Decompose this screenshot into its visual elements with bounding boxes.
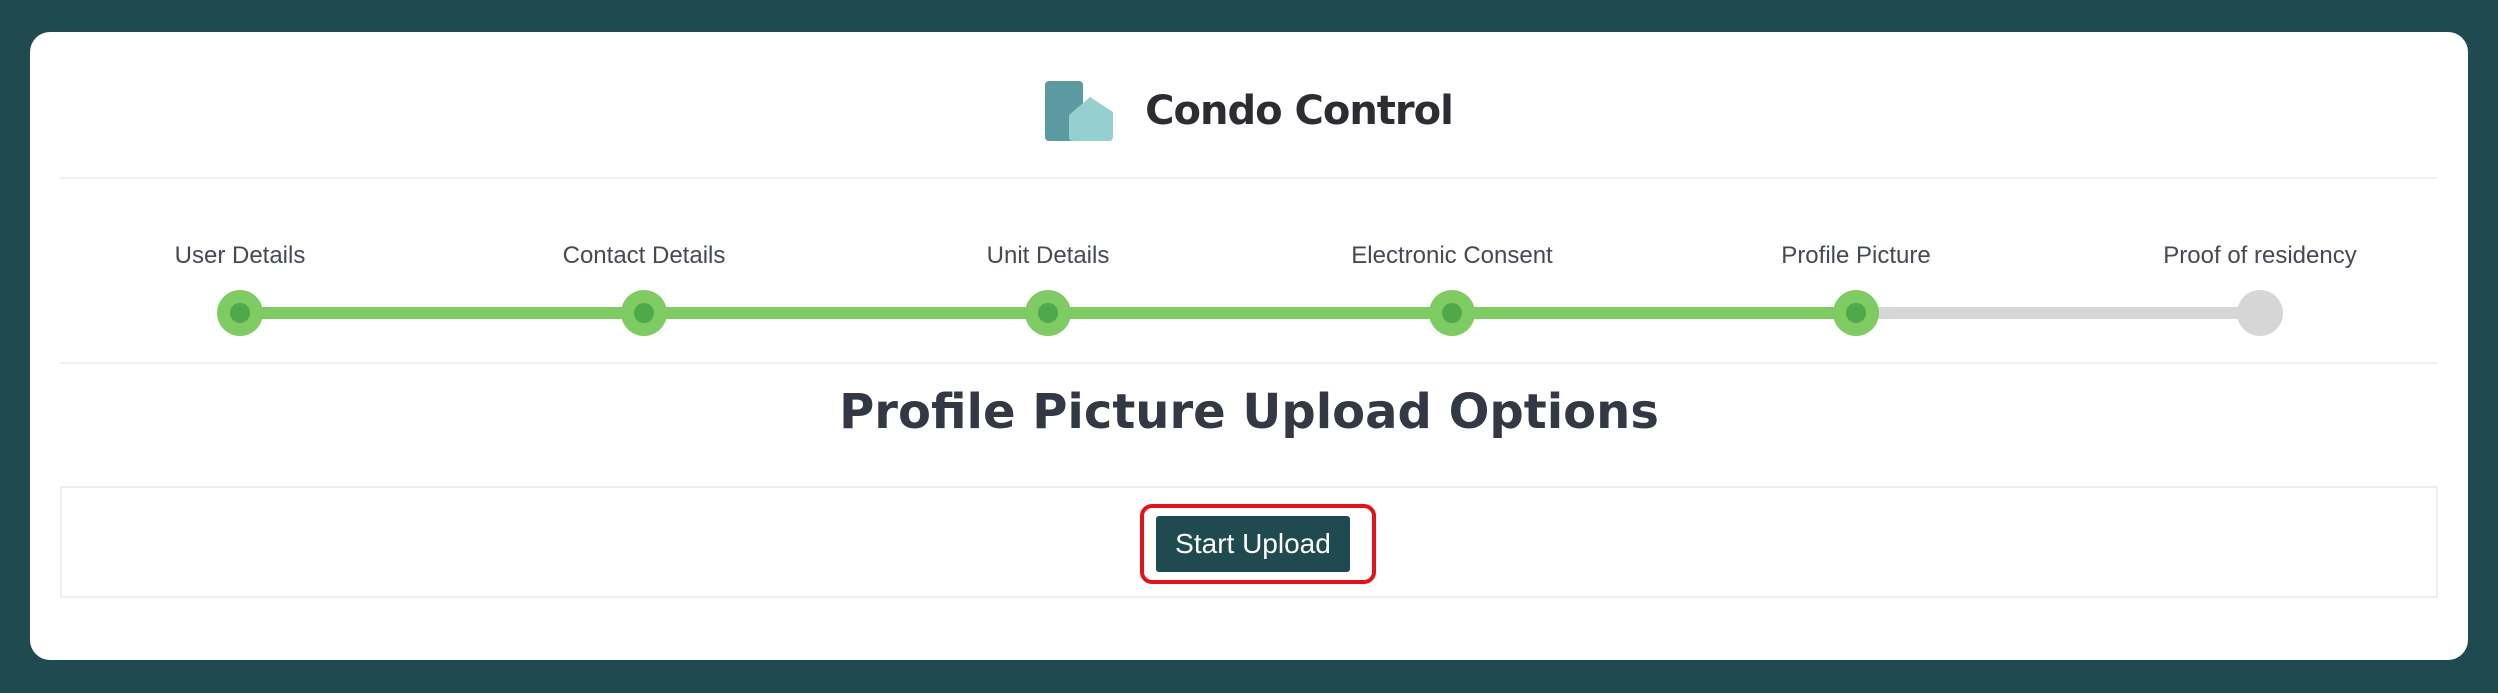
step-dot-electronic-consent[interactable] (1429, 290, 1475, 336)
step-connector-1 (240, 307, 644, 319)
step-connector-2 (644, 307, 1048, 319)
start-upload-highlight: Start Upload (1140, 504, 1376, 584)
step-label-unit-details: Unit Details (986, 242, 1110, 269)
upload-options-panel: Start Upload (60, 486, 2438, 598)
start-upload-button[interactable]: Start Upload (1156, 516, 1350, 572)
step-label-proof-of-residency: Proof of residency (2163, 242, 2357, 269)
progress-stepper: User Details Contact Details Unit Detail… (30, 202, 2468, 342)
condo-control-logo-icon (1045, 81, 1114, 141)
step-label-electronic-consent: Electronic Consent (1351, 242, 1553, 269)
step-connector-4 (1452, 307, 1856, 319)
header-divider (60, 177, 2438, 179)
brand-name: Condo Control (1145, 88, 1454, 134)
step-dot-profile-picture[interactable] (1833, 290, 1879, 336)
step-connector-5 (1856, 307, 2260, 319)
step-label-profile-picture: Profile Picture (1781, 242, 1931, 269)
brand-header: Condo Control (30, 76, 2468, 146)
signup-card: Condo Control User Details Contact Detai… (30, 32, 2468, 660)
page-title: Profile Picture Upload Options (839, 384, 1659, 440)
section-divider (60, 362, 2438, 364)
step-connector-3 (1048, 307, 1452, 319)
step-dot-contact-details[interactable] (621, 290, 667, 336)
step-dot-unit-details[interactable] (1025, 290, 1071, 336)
step-dot-user-details[interactable] (217, 290, 263, 336)
step-label-contact-details: Contact Details (562, 242, 726, 269)
step-dot-proof-of-residency (2237, 290, 2283, 336)
step-label-user-details: User Details (174, 242, 306, 269)
